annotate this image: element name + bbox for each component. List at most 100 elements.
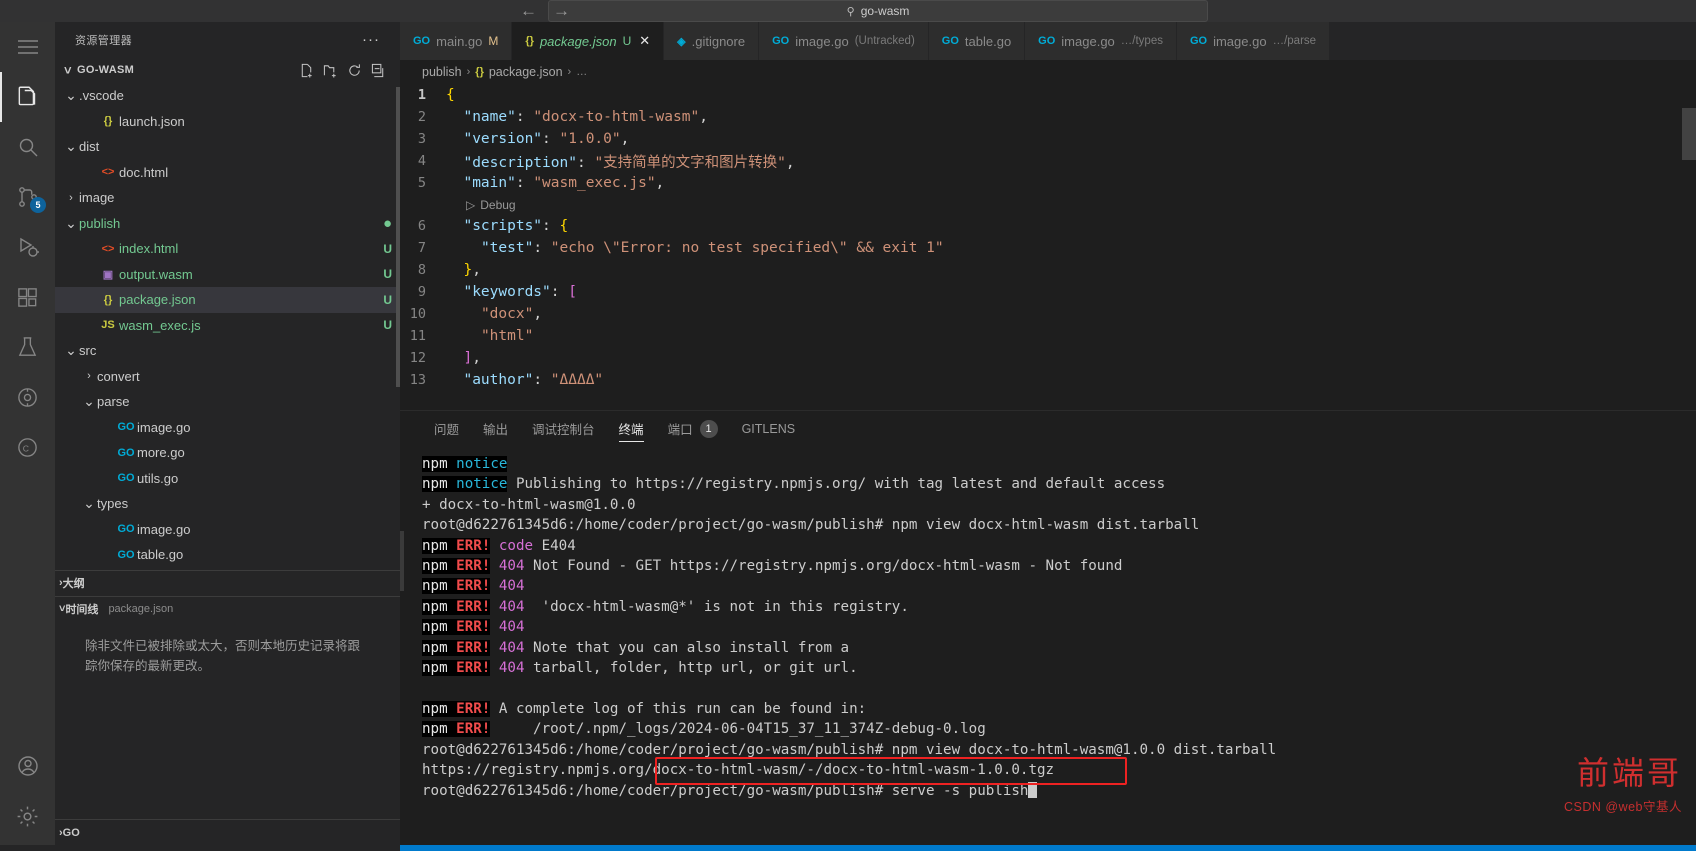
tree-item-publish[interactable]: ⌄ publish ●: [55, 211, 400, 237]
tree-item-wasm-exec-js[interactable]: JS wasm_exec.js U: [55, 313, 400, 339]
editor-tab-table-go[interactable]: GO table.go: [928, 22, 1026, 60]
line-number: 8: [417, 262, 426, 278]
menu-hamburger-icon[interactable]: [0, 22, 55, 72]
go-section-label: GO: [62, 826, 80, 839]
editor-tab--gitignore[interactable]: ◈ .gitignore: [664, 22, 760, 60]
accounts-icon[interactable]: [0, 741, 55, 791]
timeline-section[interactable]: ˅ 时间线 package.json: [55, 595, 400, 622]
panel-tab-0[interactable]: 问题: [422, 411, 471, 446]
editor-tab-bar: GO main.go M {} package.json U ✕ ◈ .gitignore GO i…: [400, 22, 1696, 60]
breadcrumb-item-symbol[interactable]: …: [576, 66, 587, 78]
terminal-text: ERR!: [456, 537, 491, 554]
editor-scrollbar[interactable]: [1682, 108, 1696, 160]
tree-item-label: publish: [79, 215, 121, 231]
editor-tab-image-go[interactable]: GO image.go …/parse: [1176, 22, 1331, 60]
tree-item-label: src: [79, 343, 97, 359]
collapse-all-icon[interactable]: [371, 63, 386, 78]
terminal-line: + docx-to-html-wasm@1.0.0: [422, 495, 1696, 515]
tree-item-utils-go[interactable]: GO utils.go: [55, 466, 400, 492]
quick-open-input[interactable]: ⚲ go-wasm: [548, 0, 1208, 22]
gitlens-icon[interactable]: [0, 372, 55, 422]
code-line: 8 },: [400, 259, 1696, 281]
terminal-text: 'docx-html-wasm@*' is not in this regist…: [524, 598, 909, 615]
tree-item-types[interactable]: ⌄ types: [55, 491, 400, 517]
breadcrumb-item-file[interactable]: package.json: [489, 65, 563, 79]
outline-section[interactable]: › 大纲: [55, 569, 400, 596]
go-file-icon: GO: [1038, 35, 1056, 47]
line-number: 4: [417, 153, 426, 169]
source-control-icon[interactable]: 5: [0, 172, 55, 222]
tree-item-convert[interactable]: › convert: [55, 364, 400, 390]
new-file-icon[interactable]: [299, 63, 314, 78]
terminal-output[interactable]: npm notice npm notice Publishing to https…: [400, 446, 1696, 851]
terminal-text: Publishing to https://registry.npmjs.org…: [507, 476, 1166, 493]
terminal-text: root@d622761345d6:/home/coder/project/go…: [422, 741, 1277, 758]
explorer-icon[interactable]: [0, 72, 55, 122]
panel-tab-1[interactable]: 输出: [471, 411, 520, 446]
terminal-text: npm: [422, 476, 457, 493]
terminal-text: npm: [422, 721, 457, 738]
terminal-text: npm: [422, 558, 457, 575]
panel-tab-label: 问题: [434, 423, 460, 437]
breadcrumb: publish › {} package.json › …: [400, 60, 1696, 84]
remote-explorer-icon[interactable]: C: [0, 422, 55, 472]
sidebar-more-actions-icon[interactable]: ···: [362, 31, 392, 48]
tree-item-label: dist: [79, 139, 100, 155]
editor-tab-image-go[interactable]: GO image.go …/types: [1025, 22, 1177, 60]
terminal-text: root@d622761345d6:/home/coder/project/go…: [422, 517, 1200, 534]
tree-item--vscode[interactable]: ⌄ .vscode: [55, 83, 400, 109]
tree-item-table-go[interactable]: GO table.go: [55, 542, 400, 568]
tree-item-image[interactable]: › image: [55, 185, 400, 211]
tree-item-src[interactable]: ⌄ src: [55, 338, 400, 364]
chevron-down-icon: ⌄: [83, 393, 95, 410]
editor-tab-image-go[interactable]: GO image.go (Untracked): [759, 22, 929, 60]
back-arrow-icon[interactable]: ←: [520, 0, 537, 22]
status-bar-strip: [400, 845, 1696, 851]
extensions-icon[interactable]: [0, 272, 55, 322]
tree-item-image-go[interactable]: GO image.go: [55, 415, 400, 441]
testing-icon[interactable]: [0, 322, 55, 372]
tree-item-label: launch.json: [119, 113, 185, 129]
workspace-root-header[interactable]: ˅ GO-WASM: [55, 57, 400, 83]
tree-item-parse[interactable]: ⌄ parse: [55, 389, 400, 415]
json-file-icon: {}: [525, 35, 534, 47]
tree-item-index-html[interactable]: <> index.html U: [55, 236, 400, 262]
editor-tab-main-go[interactable]: GO main.go M: [400, 22, 513, 60]
refresh-icon[interactable]: [347, 63, 362, 78]
search-icon[interactable]: [0, 122, 55, 172]
codelens-debug[interactable]: ▷ Debug: [400, 194, 1696, 215]
tree-item-launch-json[interactable]: {} launch.json: [55, 109, 400, 135]
run-debug-icon[interactable]: [0, 222, 55, 272]
breadcrumb-item-folder[interactable]: publish: [422, 65, 462, 79]
editor-tab-package-json[interactable]: {} package.json U ✕: [512, 22, 665, 60]
panel-tab-5[interactable]: GITLENS: [730, 411, 808, 446]
tree-item-dist[interactable]: ⌄ dist: [55, 134, 400, 160]
code-line: 9 "keywords": [: [400, 281, 1696, 303]
panel-tab-2[interactable]: 调试控制台: [520, 411, 607, 446]
json-file-icon: {}: [103, 115, 113, 128]
panel-tab-label: 端口: [667, 423, 693, 437]
chevron-down-icon: ˅: [64, 62, 72, 78]
json-file-icon: {}: [103, 293, 113, 306]
tree-item-package-json[interactable]: {} package.json U: [55, 287, 400, 313]
forward-arrow-icon[interactable]: →: [553, 0, 570, 22]
new-folder-icon[interactable]: [323, 63, 338, 78]
tab-label: table.go: [964, 33, 1012, 49]
tree-item-more-go[interactable]: GO more.go: [55, 440, 400, 466]
panel-tab-3[interactable]: 终端: [607, 411, 656, 446]
close-icon[interactable]: ✕: [639, 33, 650, 49]
terminal-line: https://registry.npmjs.org/docx-to-html-…: [422, 760, 1696, 780]
line-number: 7: [417, 240, 426, 256]
tree-item-doc-html[interactable]: <> doc.html: [55, 160, 400, 186]
tree-item-label: package.json: [119, 292, 196, 308]
panel-tab-4[interactable]: 端口 1: [656, 411, 730, 446]
timeline-label: 时间线: [65, 604, 99, 616]
settings-gear-icon[interactable]: [0, 791, 55, 841]
tree-item-output-wasm[interactable]: ▣ output.wasm U: [55, 262, 400, 288]
terminal-text: 404: [498, 639, 525, 656]
go-section[interactable]: › GO: [55, 819, 400, 845]
code-editor[interactable]: 1{2 "name": "docx-to-html-wasm", 3 "versi…: [400, 84, 1696, 384]
tree-item-image-go[interactable]: GO image.go: [55, 517, 400, 543]
